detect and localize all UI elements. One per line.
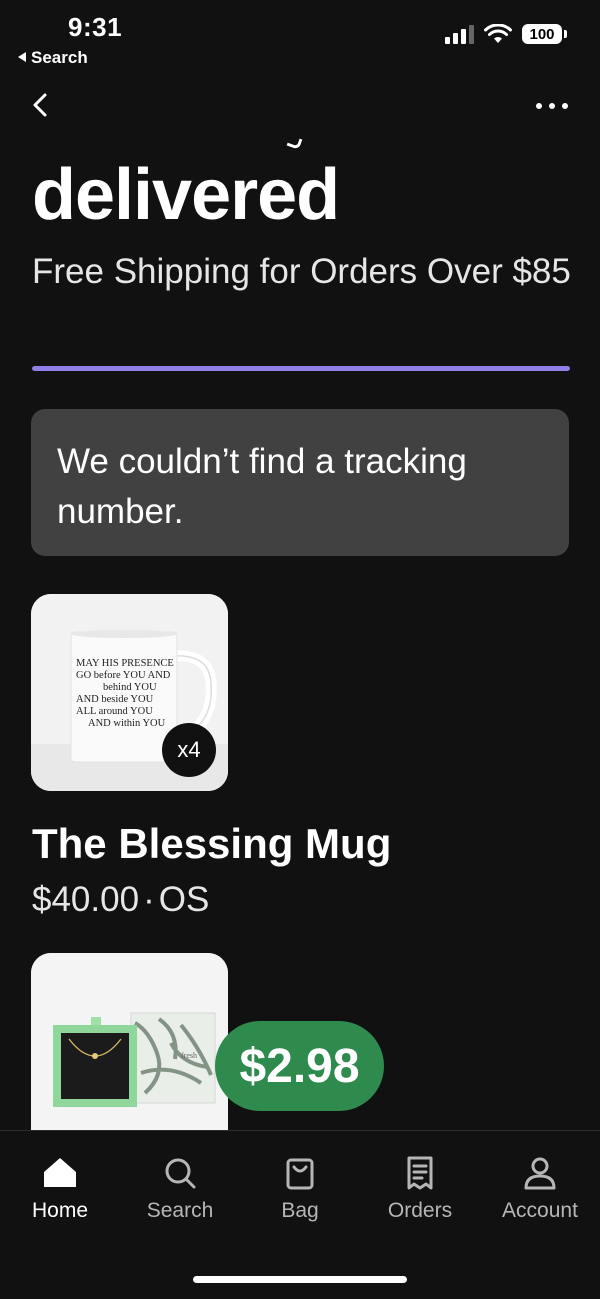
back-to-app-link[interactable]: Search — [18, 48, 88, 68]
product-size: OS — [158, 880, 210, 919]
battery-icon: 100 — [522, 24, 567, 44]
quantity-badge: x4 — [162, 723, 216, 777]
bottom-tab-bar: Home Search Bag Orders Account — [0, 1130, 600, 1299]
receipt-icon — [407, 1156, 433, 1190]
search-icon — [165, 1158, 196, 1189]
tab-orders[interactable]: Orders — [360, 1153, 480, 1223]
meta-separator: · — [143, 880, 155, 919]
necklace-box-illustration: fresh — [31, 953, 228, 1130]
wifi-icon — [484, 24, 512, 43]
status-time: 9:31 — [68, 12, 123, 42]
back-to-app-label: Search — [31, 48, 88, 67]
tab-label: Home — [31, 1199, 89, 1222]
tracking-notice-text: We couldn’t find a tracking number. — [57, 442, 467, 531]
person-icon — [524, 1157, 556, 1190]
back-triangle-icon — [18, 52, 26, 62]
status-indicators: 100 — [445, 24, 567, 44]
product-name[interactable]: The Blessing Mug — [32, 820, 391, 868]
cashback-amount-pill[interactable]: $2.98 — [215, 1021, 384, 1111]
order-status-title: delivered — [32, 155, 340, 235]
svg-text:GO before YOU AND: GO before YOU AND — [76, 670, 171, 681]
tab-label: Bag — [281, 1199, 319, 1222]
more-options-icon[interactable] — [536, 98, 572, 114]
status-bar: 9:31 Search 100 — [0, 0, 600, 75]
tab-label: Account — [502, 1199, 578, 1222]
free-shipping-progress-fill — [32, 366, 570, 371]
svg-text:AND beside YOU: AND beside YOU — [76, 694, 154, 705]
tab-search[interactable]: Search — [120, 1153, 240, 1223]
home-indicator — [193, 1276, 407, 1283]
tab-home[interactable]: Home — [0, 1153, 120, 1223]
svg-text:ALL around YOU: ALL around YOU — [76, 706, 153, 717]
tab-label: Orders — [387, 1199, 453, 1222]
bag-icon — [286, 1158, 314, 1190]
product-image-mug[interactable]: MAY HIS PRESENCE GO before YOU AND behin… — [31, 594, 228, 791]
tracking-notice-card: We couldn’t find a tracking number. — [31, 409, 569, 556]
home-icon — [44, 1158, 76, 1187]
free-shipping-progress — [32, 366, 570, 371]
tab-label: Search — [146, 1199, 214, 1222]
product-image-necklace[interactable]: fresh — [31, 953, 228, 1130]
shipping-note: Free Shipping for Orders Over $85 — [32, 252, 571, 291]
tab-bag[interactable]: Bag — [240, 1153, 360, 1223]
cellular-signal-icon — [445, 24, 474, 44]
product-price: $40.00 — [32, 880, 140, 919]
svg-text:fresh: fresh — [181, 1051, 197, 1060]
svg-text:MAY HIS PRESENCE: MAY HIS PRESENCE — [76, 658, 174, 669]
back-chevron-icon[interactable] — [26, 90, 56, 120]
svg-text:AND within YOU: AND within YOU — [88, 718, 166, 729]
tab-account[interactable]: Account — [480, 1153, 600, 1223]
scrolled-text-fragment — [286, 135, 303, 150]
svg-text:behind YOU: behind YOU — [103, 682, 157, 693]
product-price-size: $40.00 · OS — [32, 880, 209, 920]
